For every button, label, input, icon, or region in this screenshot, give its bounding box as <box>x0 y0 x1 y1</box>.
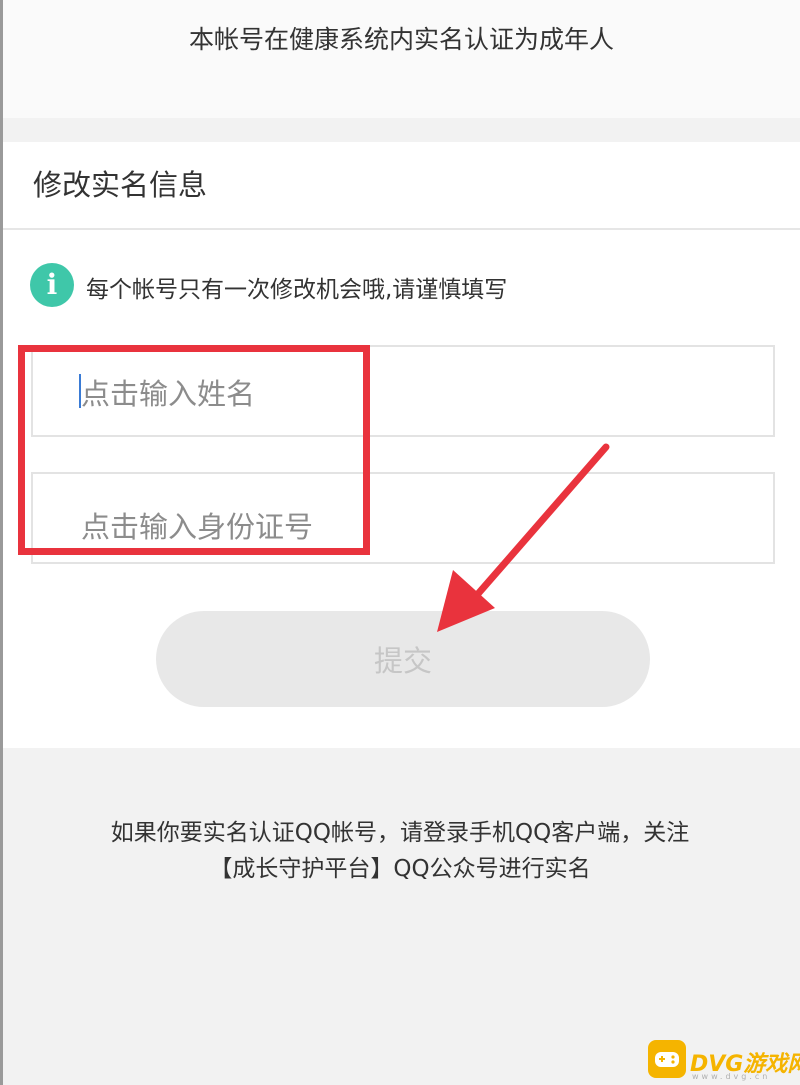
gamepad-icon <box>648 1040 686 1078</box>
site-watermark: DVG游戏网 www.dvg.cn <box>648 1036 800 1082</box>
footer-note-line-2: 【成长守护平台】QQ公众号进行实名 <box>209 856 591 882</box>
footer-note-line-1: 如果你要实名认证QQ帐号，请登录手机QQ客户端，关注 <box>110 820 690 846</box>
footer-note: 如果你要实名认证QQ帐号，请登录手机QQ客户端，关注 【成长守护平台】QQ公众号… <box>0 815 800 887</box>
watermark-url: www.dvg.cn <box>692 1072 771 1081</box>
arrow-icon <box>437 443 610 632</box>
arrow-shaft <box>466 443 610 607</box>
